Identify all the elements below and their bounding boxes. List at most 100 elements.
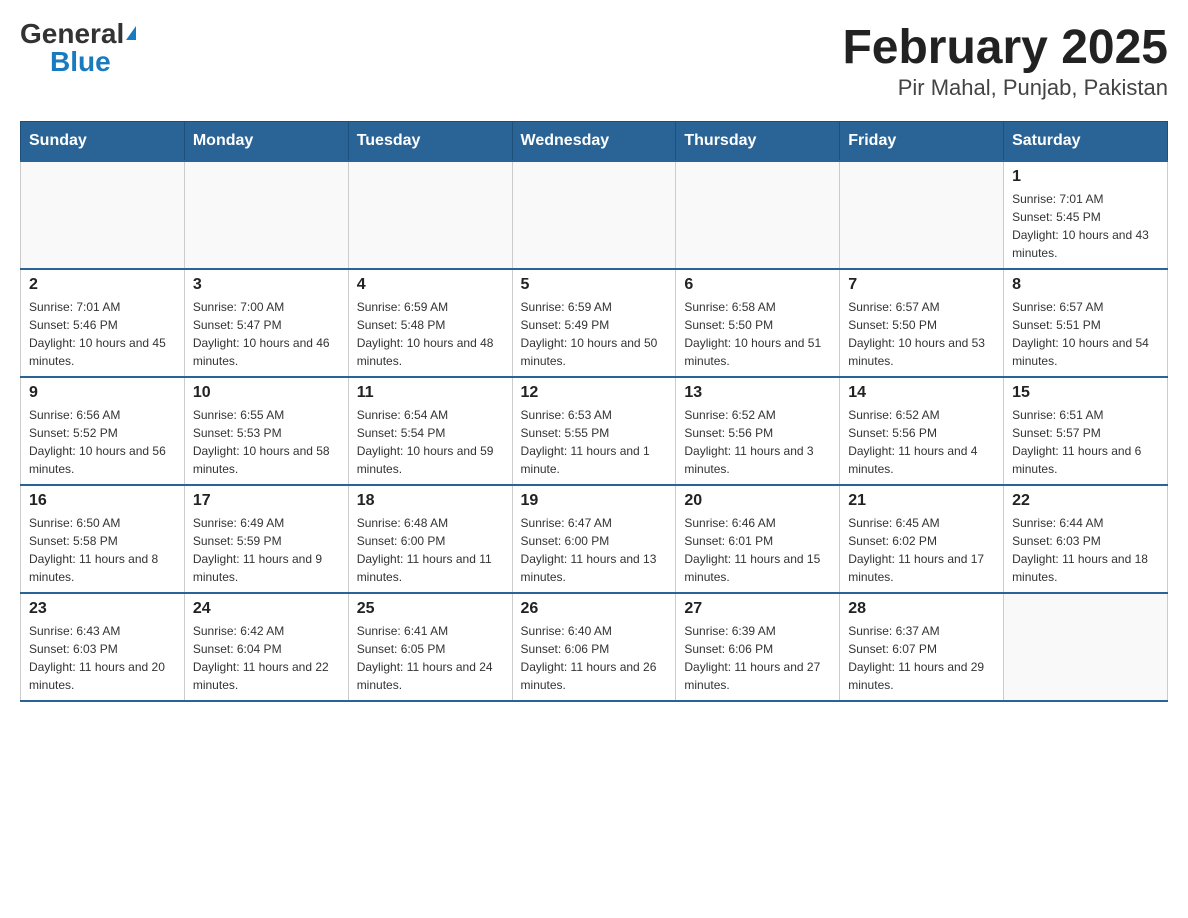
table-row	[676, 161, 840, 269]
day-info: Sunrise: 6:55 AM Sunset: 5:53 PM Dayligh…	[193, 406, 340, 478]
day-number: 28	[848, 600, 995, 618]
day-number: 8	[1012, 276, 1159, 294]
table-row	[840, 161, 1004, 269]
table-row	[348, 161, 512, 269]
day-number: 24	[193, 600, 340, 618]
day-info: Sunrise: 6:53 AM Sunset: 5:55 PM Dayligh…	[521, 406, 668, 478]
day-number: 5	[521, 276, 668, 294]
calendar-week-row: 23Sunrise: 6:43 AM Sunset: 6:03 PM Dayli…	[21, 593, 1168, 701]
calendar-week-row: 16 Sunrise: 6:50 AM Sunset: 5:58 PM Dayli…	[21, 485, 1168, 593]
day-number: 21	[848, 492, 995, 510]
table-row: 17 Sunrise: 6:49 AM Sunset: 5:59 PM Dayli…	[184, 485, 348, 593]
day-number: 19	[521, 492, 668, 510]
day-info: Sunrise: 6:57 AM Sunset: 5:50 PM Dayligh…	[848, 298, 995, 370]
day-number: 13	[684, 384, 831, 402]
day-number: 7	[848, 276, 995, 294]
table-row: 14Sunrise: 6:52 AM Sunset: 5:56 PM Dayli…	[840, 377, 1004, 485]
day-number: 18	[357, 492, 504, 510]
table-row: 8 Sunrise: 6:57 AM Sunset: 5:51 PM Daylig…	[1004, 269, 1168, 377]
day-info: Sunrise: 6:51 AM Sunset: 5:57 PM Dayligh…	[1012, 406, 1159, 478]
day-number: 4	[357, 276, 504, 294]
table-row: 27 Sunrise: 6:39 AM Sunset: 6:06 PM Dayli…	[676, 593, 840, 701]
day-number: 27	[684, 600, 831, 618]
day-number: 10	[193, 384, 340, 402]
day-info: Sunrise: 6:59 AM Sunset: 5:49 PM Dayligh…	[521, 298, 668, 370]
table-row: 18 Sunrise: 6:48 AM Sunset: 6:00 PM Dayli…	[348, 485, 512, 593]
day-info: Sunrise: 6:39 AM Sunset: 6:06 PM Dayligh…	[684, 622, 831, 694]
table-row: 2Sunrise: 7:01 AM Sunset: 5:46 PM Daylig…	[21, 269, 185, 377]
table-row: 22 Sunrise: 6:44 AM Sunset: 6:03 PM Dayli…	[1004, 485, 1168, 593]
day-info: Sunrise: 6:46 AM Sunset: 6:01 PM Dayligh…	[684, 514, 831, 586]
table-row: 24 Sunrise: 6:42 AM Sunset: 6:04 PM Dayli…	[184, 593, 348, 701]
table-row: 19 Sunrise: 6:47 AM Sunset: 6:00 PM Dayli…	[512, 485, 676, 593]
location-title: Pir Mahal, Punjab, Pakistan	[842, 75, 1168, 101]
day-info: Sunrise: 6:47 AM Sunset: 6:00 PM Dayligh…	[521, 514, 668, 586]
day-info: Sunrise: 7:00 AM Sunset: 5:47 PM Dayligh…	[193, 298, 340, 370]
table-row: 4 Sunrise: 6:59 AM Sunset: 5:48 PM Daylig…	[348, 269, 512, 377]
day-number: 15	[1012, 384, 1159, 402]
table-row: 7 Sunrise: 6:57 AM Sunset: 5:50 PM Daylig…	[840, 269, 1004, 377]
day-number: 1	[1012, 168, 1159, 186]
day-info: Sunrise: 6:52 AM Sunset: 5:56 PM Dayligh…	[684, 406, 831, 478]
table-row: 21 Sunrise: 6:45 AM Sunset: 6:02 PM Dayli…	[840, 485, 1004, 593]
day-info: Sunrise: 6:50 AM Sunset: 5:58 PM Dayligh…	[29, 514, 176, 586]
logo-general-text: General	[20, 20, 124, 48]
table-row: 5 Sunrise: 6:59 AM Sunset: 5:49 PM Daylig…	[512, 269, 676, 377]
table-row: 1 Sunrise: 7:01 AM Sunset: 5:45 PM Daylig…	[1004, 161, 1168, 269]
day-info: Sunrise: 6:49 AM Sunset: 5:59 PM Dayligh…	[193, 514, 340, 586]
day-info: Sunrise: 6:48 AM Sunset: 6:00 PM Dayligh…	[357, 514, 504, 586]
table-row: 12 Sunrise: 6:53 AM Sunset: 5:55 PM Dayli…	[512, 377, 676, 485]
day-number: 12	[521, 384, 668, 402]
day-number: 26	[521, 600, 668, 618]
logo: General Blue	[20, 20, 136, 76]
col-tuesday: Tuesday	[348, 122, 512, 162]
day-info: Sunrise: 6:42 AM Sunset: 6:04 PM Dayligh…	[193, 622, 340, 694]
table-row: 25 Sunrise: 6:41 AM Sunset: 6:05 PM Dayli…	[348, 593, 512, 701]
day-number: 16	[29, 492, 176, 510]
day-number: 14	[848, 384, 995, 402]
table-row: 10 Sunrise: 6:55 AM Sunset: 5:53 PM Dayli…	[184, 377, 348, 485]
table-row: 15 Sunrise: 6:51 AM Sunset: 5:57 PM Dayli…	[1004, 377, 1168, 485]
calendar-table: Sunday Monday Tuesday Wednesday Thursday…	[20, 121, 1168, 702]
title-area: February 2025 Pir Mahal, Punjab, Pakista…	[842, 20, 1168, 101]
day-info: Sunrise: 6:37 AM Sunset: 6:07 PM Dayligh…	[848, 622, 995, 694]
day-info: Sunrise: 7:01 AM Sunset: 5:45 PM Dayligh…	[1012, 190, 1159, 262]
day-number: 20	[684, 492, 831, 510]
day-info: Sunrise: 6:44 AM Sunset: 6:03 PM Dayligh…	[1012, 514, 1159, 586]
calendar-week-row: 9Sunrise: 6:56 AM Sunset: 5:52 PM Daylig…	[21, 377, 1168, 485]
table-row: 11Sunrise: 6:54 AM Sunset: 5:54 PM Dayli…	[348, 377, 512, 485]
day-info: Sunrise: 7:01 AM Sunset: 5:46 PM Dayligh…	[29, 298, 176, 370]
day-info: Sunrise: 6:59 AM Sunset: 5:48 PM Dayligh…	[357, 298, 504, 370]
calendar-header-row: Sunday Monday Tuesday Wednesday Thursday…	[21, 122, 1168, 162]
table-row: 3Sunrise: 7:00 AM Sunset: 5:47 PM Daylig…	[184, 269, 348, 377]
calendar-week-row: 2Sunrise: 7:01 AM Sunset: 5:46 PM Daylig…	[21, 269, 1168, 377]
page-header: General Blue February 2025 Pir Mahal, Pu…	[20, 20, 1168, 101]
table-row	[1004, 593, 1168, 701]
day-number: 22	[1012, 492, 1159, 510]
day-info: Sunrise: 6:56 AM Sunset: 5:52 PM Dayligh…	[29, 406, 176, 478]
day-info: Sunrise: 6:58 AM Sunset: 5:50 PM Dayligh…	[684, 298, 831, 370]
col-saturday: Saturday	[1004, 122, 1168, 162]
day-number: 17	[193, 492, 340, 510]
day-info: Sunrise: 6:40 AM Sunset: 6:06 PM Dayligh…	[521, 622, 668, 694]
table-row	[512, 161, 676, 269]
table-row: 13 Sunrise: 6:52 AM Sunset: 5:56 PM Dayli…	[676, 377, 840, 485]
table-row	[21, 161, 185, 269]
day-info: Sunrise: 6:57 AM Sunset: 5:51 PM Dayligh…	[1012, 298, 1159, 370]
day-info: Sunrise: 6:54 AM Sunset: 5:54 PM Dayligh…	[357, 406, 504, 478]
col-thursday: Thursday	[676, 122, 840, 162]
day-number: 6	[684, 276, 831, 294]
table-row: 26 Sunrise: 6:40 AM Sunset: 6:06 PM Dayli…	[512, 593, 676, 701]
table-row: 9Sunrise: 6:56 AM Sunset: 5:52 PM Daylig…	[21, 377, 185, 485]
table-row	[184, 161, 348, 269]
logo-blue-text: Blue	[50, 48, 111, 76]
col-sunday: Sunday	[21, 122, 185, 162]
table-row: 20 Sunrise: 6:46 AM Sunset: 6:01 PM Dayli…	[676, 485, 840, 593]
col-wednesday: Wednesday	[512, 122, 676, 162]
day-number: 25	[357, 600, 504, 618]
day-number: 23	[29, 600, 176, 618]
day-info: Sunrise: 6:45 AM Sunset: 6:02 PM Dayligh…	[848, 514, 995, 586]
table-row: 23Sunrise: 6:43 AM Sunset: 6:03 PM Dayli…	[21, 593, 185, 701]
table-row: 16 Sunrise: 6:50 AM Sunset: 5:58 PM Dayli…	[21, 485, 185, 593]
day-info: Sunrise: 6:41 AM Sunset: 6:05 PM Dayligh…	[357, 622, 504, 694]
